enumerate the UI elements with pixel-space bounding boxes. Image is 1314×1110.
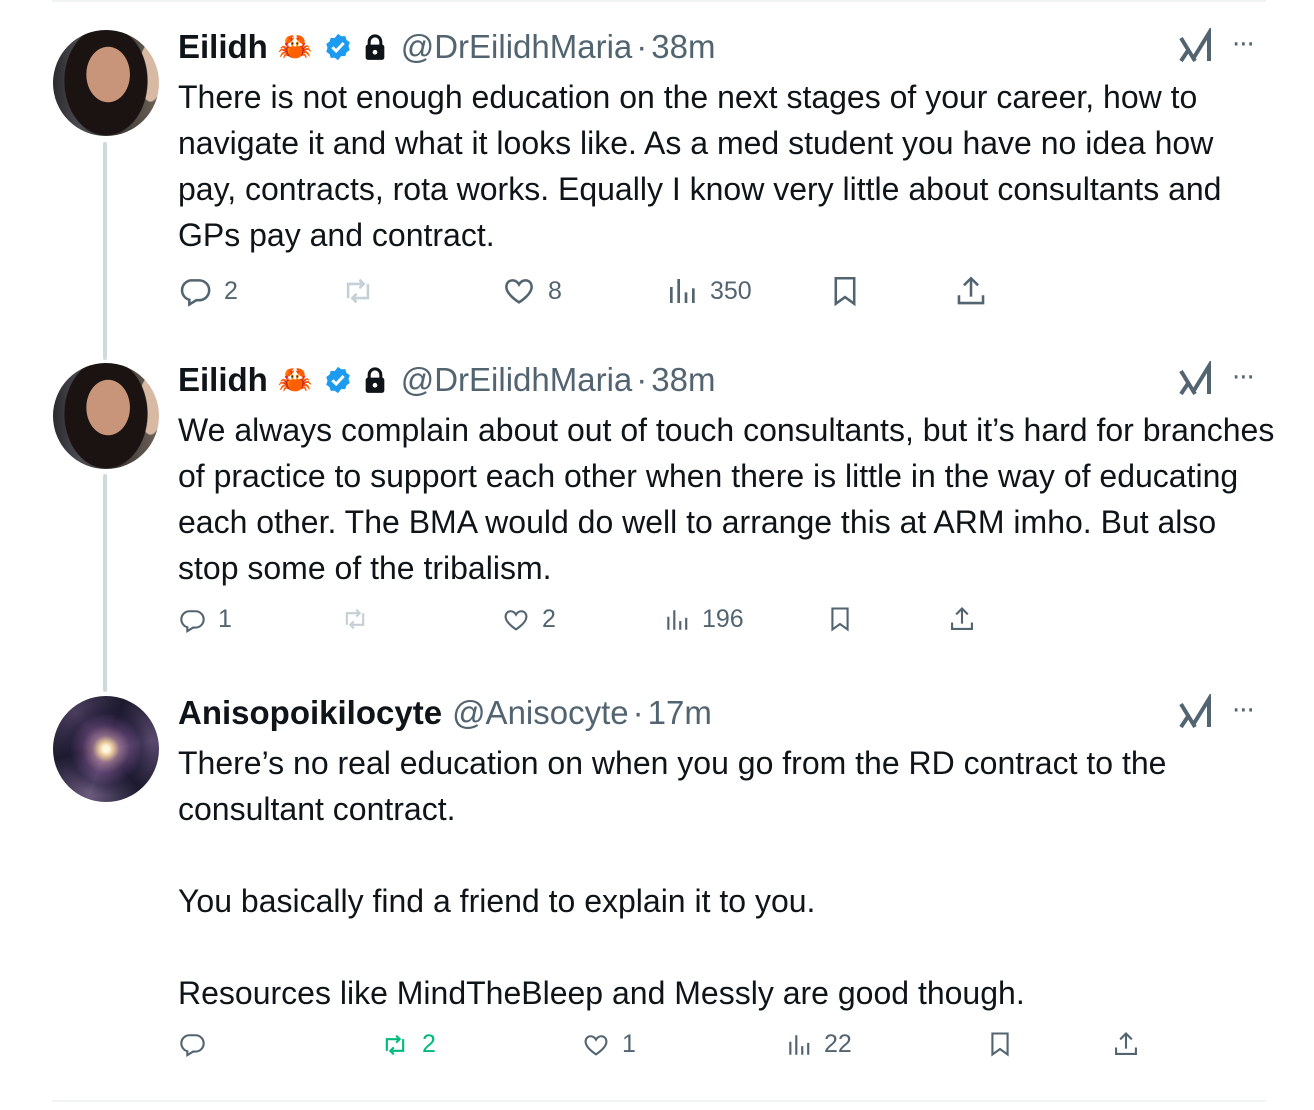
tweet-paragraph: There is not enough education on the nex…: [178, 79, 1222, 253]
views-button[interactable]: 196: [664, 605, 744, 634]
timestamp[interactable]: 38m: [651, 361, 715, 399]
verified-badge-icon: [325, 366, 350, 394]
timestamp[interactable]: 38m: [651, 28, 715, 66]
share-button[interactable]: [1112, 1030, 1140, 1058]
reply-count: 1: [218, 605, 232, 633]
separator-dot: ·: [636, 361, 648, 398]
retweet-icon: [385, 1034, 405, 1055]
tweet-paragraph: You basically find a friend to explain i…: [178, 883, 816, 919]
share-icon: [951, 607, 973, 630]
bottom-divider: [52, 1100, 1266, 1102]
like-count: 8: [548, 276, 562, 305]
retweet-icon: [345, 608, 365, 630]
tweet-paragraph: Resources like MindTheBleep and Messly a…: [178, 975, 1025, 1011]
avatar[interactable]: [53, 363, 159, 469]
tweet-text: There’s no real education on when you go…: [178, 740, 1278, 1016]
display-name[interactable]: Eilidh: [178, 361, 268, 399]
tweet-actions: 2 8 350: [0, 274, 1314, 314]
views-icon: [670, 279, 695, 303]
views-button[interactable]: 22: [786, 1030, 852, 1059]
heart-icon: [505, 279, 533, 304]
grok-icon[interactable]: [1178, 28, 1216, 64]
view-count: 196: [702, 605, 744, 633]
reply-button[interactable]: 1: [178, 605, 232, 634]
tweet-header: Eilidh 🦀 @DrEilidhMaria · 38m: [178, 24, 715, 70]
share-icon: [1115, 1032, 1137, 1055]
tweet-text: We always complain about out of touch co…: [178, 407, 1278, 591]
lock-icon: [365, 34, 385, 60]
tweet-actions: 2 1 22: [0, 1030, 1314, 1070]
like-count: 1: [622, 1030, 636, 1058]
reply-count: 2: [224, 276, 238, 305]
retweet-button[interactable]: 2: [380, 1030, 436, 1059]
lock-icon: [365, 367, 385, 393]
bookmark-icon: [831, 607, 849, 632]
retweet-button[interactable]: [340, 274, 388, 308]
more-options-icon[interactable]: ···: [1232, 363, 1255, 393]
bookmark-button[interactable]: [828, 274, 862, 308]
retweet-button[interactable]: [340, 605, 382, 633]
verified-badge-icon: [325, 33, 350, 61]
more-options-icon[interactable]: ···: [1232, 30, 1255, 60]
share-icon: [957, 276, 985, 305]
tweet-header: Eilidh 🦀 @DrEilidhMaria · 38m: [178, 357, 715, 403]
bookmark-button[interactable]: [826, 605, 854, 633]
like-button[interactable]: 2: [502, 605, 556, 634]
top-divider: [52, 0, 1266, 2]
views-button[interactable]: 350: [666, 274, 752, 308]
timestamp[interactable]: 17m: [648, 694, 712, 732]
view-count: 350: [710, 276, 752, 305]
grok-icon[interactable]: [1178, 694, 1216, 730]
crab-emoji: 🦀: [277, 30, 313, 63]
like-button[interactable]: 8: [502, 274, 562, 308]
tweet[interactable]: Anisopoikilocyte @Anisocyte · 17m ··· Th…: [0, 690, 1314, 1090]
tweet[interactable]: Eilidh 🦀 @DrEilidhMaria · 38m ··· There …: [0, 24, 1314, 324]
avatar[interactable]: [53, 696, 159, 802]
like-button[interactable]: 1: [582, 1030, 636, 1059]
tweet-actions: 1 2 196: [0, 605, 1314, 645]
share-button[interactable]: [954, 274, 988, 308]
display-name[interactable]: Eilidh: [178, 28, 268, 66]
heart-icon: [584, 1034, 608, 1056]
bookmark-icon: [834, 276, 856, 307]
display-name[interactable]: Anisopoikilocyte: [178, 694, 442, 732]
separator-dot: ·: [632, 694, 644, 731]
tweet[interactable]: Eilidh 🦀 @DrEilidhMaria · 38m ··· We alw…: [0, 357, 1314, 657]
reply-button[interactable]: 2: [178, 274, 238, 308]
tweet-text: There is not enough education on the nex…: [178, 74, 1278, 258]
user-handle[interactable]: @DrEilidhMaria: [401, 28, 633, 66]
separator-dot: ·: [636, 28, 648, 65]
avatar[interactable]: [53, 30, 159, 136]
tweet-header: Anisopoikilocyte @Anisocyte · 17m: [178, 690, 712, 736]
bookmark-icon: [991, 1032, 1009, 1057]
like-count: 2: [542, 605, 556, 633]
bookmark-button[interactable]: [986, 1030, 1014, 1058]
views-icon: [789, 1034, 810, 1055]
user-handle[interactable]: @DrEilidhMaria: [401, 361, 633, 399]
heart-icon: [504, 609, 528, 631]
tweet-paragraph: There’s no real education on when you go…: [178, 745, 1167, 827]
reply-icon: [180, 279, 211, 307]
user-handle[interactable]: @Anisocyte: [452, 694, 629, 732]
tweet-paragraph: We always complain about out of touch co…: [178, 412, 1275, 586]
view-count: 22: [824, 1030, 852, 1058]
reply-button[interactable]: [178, 1030, 218, 1058]
more-options-icon[interactable]: ···: [1232, 696, 1255, 726]
retweet-icon: [346, 278, 370, 304]
crab-emoji: 🦀: [277, 363, 313, 396]
reply-icon: [180, 1034, 205, 1057]
retweet-count: 2: [422, 1030, 436, 1058]
share-button[interactable]: [948, 605, 976, 633]
grok-icon[interactable]: [1178, 361, 1216, 397]
views-icon: [667, 609, 688, 630]
reply-icon: [180, 609, 205, 633]
